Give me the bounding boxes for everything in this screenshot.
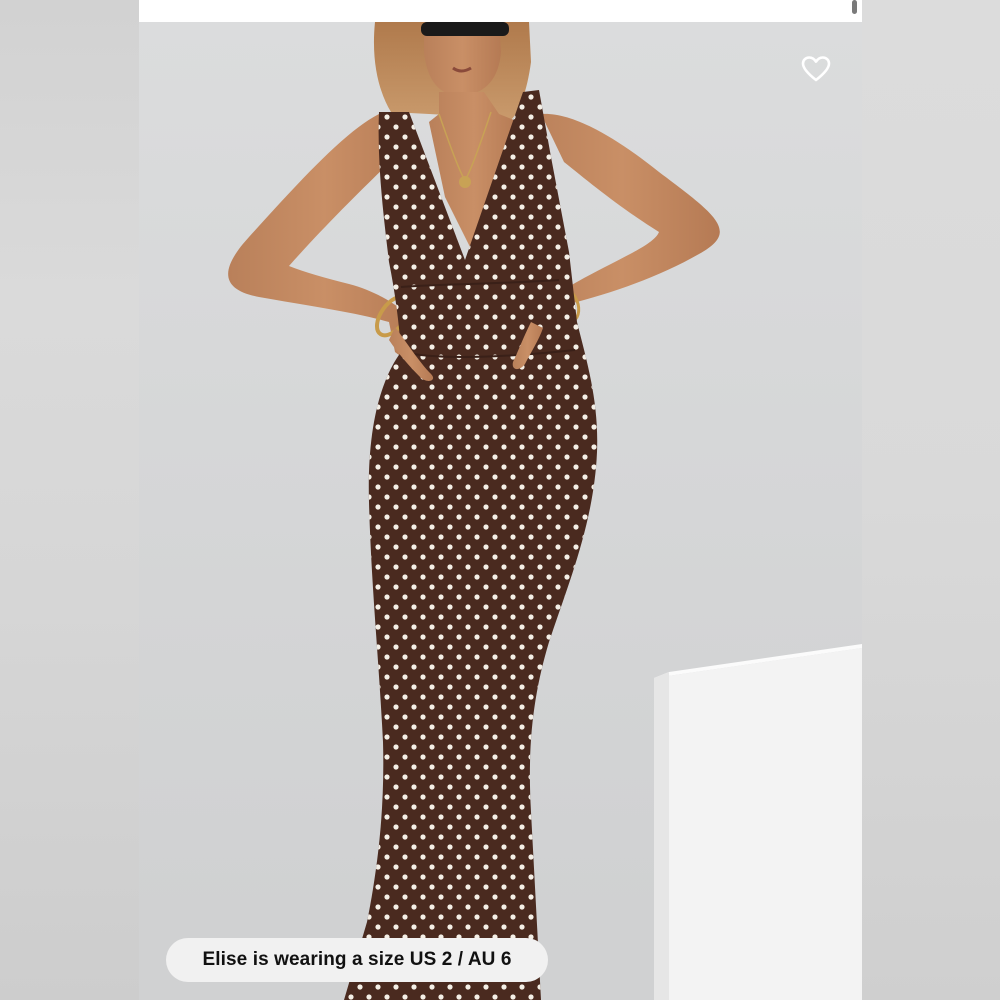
scroll-indicator[interactable] xyxy=(852,0,857,14)
product-photo-illustration xyxy=(139,22,862,1000)
product-image[interactable] xyxy=(139,22,862,1000)
size-info-badge: Elise is wearing a size US 2 / AU 6 xyxy=(166,938,548,982)
blurred-background-left xyxy=(0,0,139,1000)
blurred-background-right xyxy=(862,0,1000,1000)
size-info-text: Elise is wearing a size US 2 / AU 6 xyxy=(202,949,512,970)
favorite-button[interactable] xyxy=(798,52,834,86)
top-bar xyxy=(139,0,862,22)
heart-outline-icon xyxy=(801,56,831,82)
